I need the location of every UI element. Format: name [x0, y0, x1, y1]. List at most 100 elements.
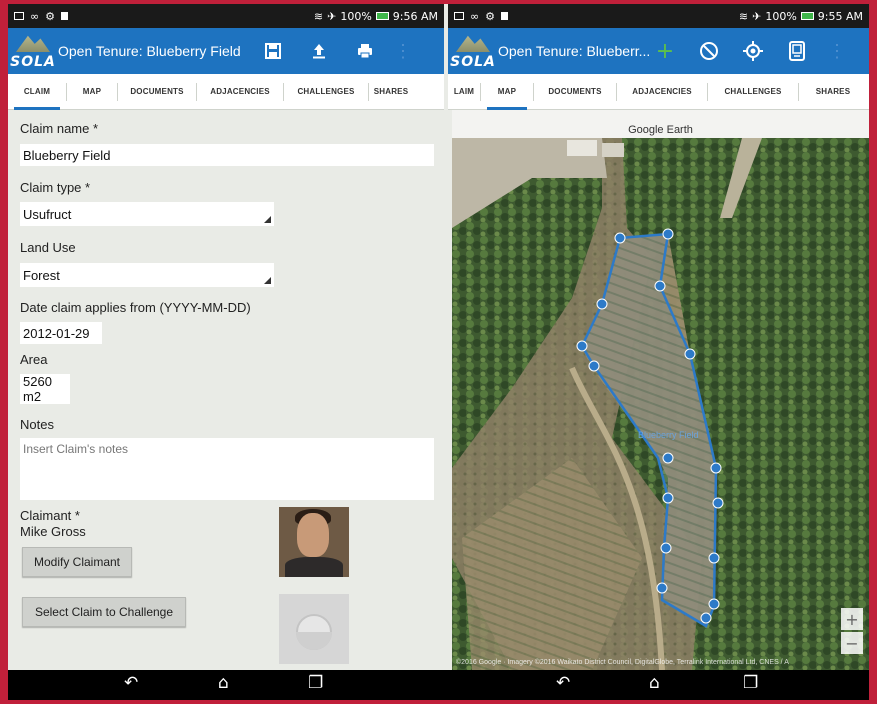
claim-name-field[interactable]: Blueberry Field	[20, 144, 434, 166]
notes-textarea[interactable]: Insert Claim's notes	[20, 438, 434, 500]
photo-shirt	[285, 557, 343, 577]
system-status: ≋ ✈ 100% 9:56 AM	[314, 10, 438, 23]
tab-challenges[interactable]: CHALLENGES	[284, 74, 368, 110]
tab-documents[interactable]: DOCUMENTS	[534, 74, 616, 110]
rotate-icon	[700, 42, 718, 60]
area-label: Area	[20, 352, 48, 367]
wifi-icon: ≋	[738, 9, 749, 23]
system-status: ≋ ✈ 100% 9:55 AM	[739, 10, 863, 23]
map-attribution: ©2016 Google · Imagery ©2016 Waikato Dis…	[456, 659, 789, 666]
clock: 9:56 AM	[392, 9, 438, 23]
photo-face	[297, 513, 329, 557]
wifi-icon: ≋	[313, 9, 324, 23]
upload-icon	[313, 44, 325, 59]
land-use-label: Land Use	[20, 240, 76, 255]
app-title: Open Tenure: Blueberr...	[498, 43, 651, 59]
map-settings-button[interactable]	[780, 28, 814, 74]
claim-type-select[interactable]: Usufruct	[20, 202, 274, 226]
tab-map[interactable]: MAP	[481, 74, 533, 110]
app-bar-left: SOLA Open Tenure: Blueberry Field ⋮	[8, 28, 444, 74]
sola-logo[interactable]: SOLA	[8, 28, 58, 74]
tab-shares[interactable]: SHARES	[799, 74, 867, 110]
claimant-name: Mike Gross	[20, 524, 86, 539]
tab-claim[interactable]: CLAIM	[8, 74, 66, 110]
print-icon	[358, 44, 372, 59]
claim-type-label: Claim type *	[20, 180, 91, 195]
notification-icons: ∞ ⚙	[14, 9, 69, 23]
notes-label: Notes	[20, 417, 54, 432]
tab-claim[interactable]: LAIM	[448, 74, 480, 110]
tab-map[interactable]: MAP	[67, 74, 117, 110]
tab-adjacencies[interactable]: ADJACENCIES	[617, 74, 707, 110]
app-bar-right: SOLA Open Tenure: Blueberr... + ⋮	[448, 28, 869, 74]
satellite-imagery: Blueberry Field	[452, 138, 869, 670]
bug-icon: ⚙	[485, 9, 496, 23]
print-button[interactable]	[348, 28, 382, 74]
message-icon	[14, 12, 24, 20]
tab-shares[interactable]: SHARES	[369, 74, 413, 110]
overflow-menu-icon[interactable]: ⋮	[394, 28, 412, 74]
challenge-avatar-placeholder[interactable]	[279, 594, 349, 664]
map-settings-icon	[789, 41, 805, 61]
device-frame: ∞ ⚙ ≋ ✈ 100% 9:56 AM SOLA Open Tenure: B…	[8, 4, 869, 700]
logo-hill-icon	[16, 35, 50, 52]
claim-name-label: Claim name *	[20, 121, 99, 136]
battery-icon	[800, 12, 814, 20]
add-icon: +	[655, 38, 675, 64]
recents-icon[interactable]: ❐	[743, 673, 758, 693]
add-vertex-button[interactable]: +	[648, 28, 682, 74]
sola-logo[interactable]: SOLA	[448, 28, 498, 74]
save-button[interactable]	[256, 28, 290, 74]
airplane-icon: ✈	[752, 9, 762, 23]
airplane-icon: ✈	[327, 9, 337, 23]
back-icon[interactable]: ↶	[556, 673, 570, 693]
recents-icon[interactable]: ❐	[308, 673, 323, 693]
select-claim-to-challenge-button[interactable]: Select Claim to Challenge	[22, 597, 186, 627]
sd-icon	[501, 12, 509, 20]
tab-challenges[interactable]: CHALLENGES	[708, 74, 798, 110]
home-icon[interactable]: ⌂	[649, 673, 660, 693]
claimant-label: Claimant *	[20, 508, 80, 523]
tab-bar-right: LAIM MAP DOCUMENTS ADJACENCIES CHALLENGE…	[448, 74, 869, 110]
system-nav-bar: ↶ ⌂ ❐ ↶ ⌂ ❐	[8, 670, 869, 700]
battery-icon	[375, 12, 389, 20]
avatar-mouth	[296, 632, 332, 650]
notification-icons: ∞ ⚙	[454, 9, 509, 23]
zoom-out-button[interactable]: −	[841, 632, 863, 654]
bug-icon: ⚙	[45, 9, 56, 23]
voicemail-icon: ∞	[470, 9, 480, 23]
zoom-in-button[interactable]: +	[841, 608, 863, 630]
status-bar-right: ∞ ⚙ ≋ ✈ 100% 9:55 AM	[448, 4, 869, 28]
locate-icon	[743, 41, 763, 61]
claim-form: Claim name * Blueberry Field Claim type …	[8, 110, 444, 670]
save-icon	[265, 43, 281, 59]
status-bar-left: ∞ ⚙ ≋ ✈ 100% 9:56 AM	[8, 4, 444, 28]
date-field[interactable]: 2012-01-29	[20, 322, 102, 344]
overflow-menu-icon[interactable]: ⋮	[828, 28, 846, 74]
date-label: Date claim applies from (YYYY-MM-DD)	[20, 300, 251, 315]
logo-hill-icon	[456, 35, 490, 52]
upload-button[interactable]	[302, 28, 336, 74]
message-icon	[454, 12, 464, 20]
rotate-button[interactable]	[692, 28, 726, 74]
sd-icon	[61, 12, 69, 20]
tab-adjacencies[interactable]: ADJACENCIES	[197, 74, 283, 110]
modify-claimant-button[interactable]: Modify Claimant	[22, 547, 132, 577]
map-panel: Google Earth Blueberry Field + − ©2016 G…	[452, 110, 869, 670]
tab-documents[interactable]: DOCUMENTS	[118, 74, 196, 110]
claimant-photo[interactable]	[279, 507, 349, 577]
land-use-select[interactable]: Forest	[20, 263, 274, 287]
tab-bar-left: CLAIM MAP DOCUMENTS ADJACENCIES CHALLENG…	[8, 74, 444, 110]
locate-button[interactable]	[736, 28, 770, 74]
area-field[interactable]: 5260 m2	[20, 374, 70, 404]
back-icon[interactable]: ↶	[124, 673, 138, 693]
app-title: Open Tenure: Blueberry Field	[58, 43, 241, 59]
home-icon[interactable]: ⌂	[218, 673, 229, 693]
voicemail-icon: ∞	[30, 9, 40, 23]
battery-percent: 100%	[765, 9, 797, 23]
map-layer-label: Google Earth	[628, 124, 693, 136]
satellite-map[interactable]: Blueberry Field + − ©2016 Google · Image…	[452, 138, 869, 670]
claim-label-on-map: Blueberry Field	[638, 430, 699, 440]
battery-percent: 100%	[340, 9, 372, 23]
clock: 9:55 AM	[817, 9, 863, 23]
